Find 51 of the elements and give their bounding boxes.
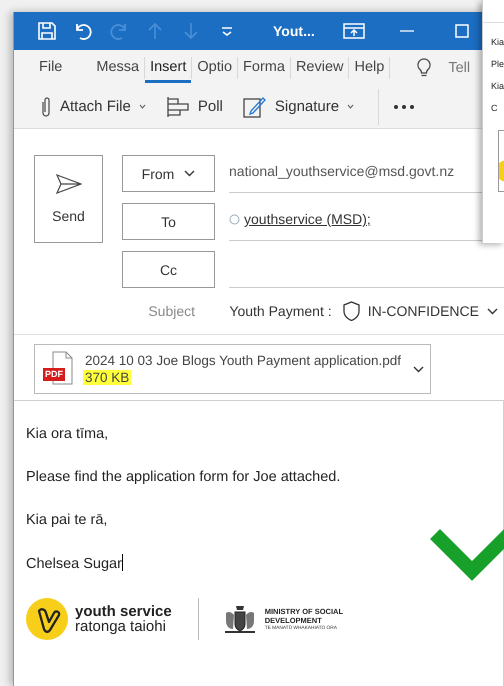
attachment-size: 370 KB bbox=[83, 370, 132, 385]
subject-label: Subject bbox=[147, 303, 196, 319]
classification-dropdown[interactable]: IN-CONFIDENCE bbox=[336, 300, 504, 322]
ribbon-tab[interactable]: Optio bbox=[192, 52, 238, 82]
ribbon-tab[interactable]: File bbox=[34, 52, 68, 82]
signature-button[interactable]: Signature bbox=[236, 90, 360, 122]
ribbon-tab[interactable]: Forma bbox=[238, 52, 290, 82]
file-type-badge: PDF bbox=[43, 368, 65, 381]
background-window-text: Ple bbox=[491, 58, 504, 70]
background-window-text: Kia bbox=[491, 80, 504, 92]
brand-name: youth service bbox=[75, 604, 172, 618]
subject-field[interactable]: Youth Payment : bbox=[229, 303, 333, 319]
save-icon[interactable] bbox=[37, 21, 57, 41]
attach-button[interactable]: Attach File bbox=[34, 92, 152, 122]
recipient-link[interactable]: youthservice (MSD); bbox=[244, 211, 371, 227]
attachment-name: 2024 10 03 Joe Blogs Youth Payment application.pdf bbox=[85, 353, 401, 368]
body-text: Chelsea Sugar bbox=[26, 556, 122, 572]
chevron-down-icon bbox=[184, 170, 196, 177]
signature-icon bbox=[242, 94, 267, 118]
to-button[interactable]: To bbox=[122, 203, 215, 240]
chevron-down-icon[interactable] bbox=[413, 366, 424, 372]
cc-button[interactable]: Cc bbox=[122, 251, 215, 288]
background-window-text: Kia bbox=[491, 36, 504, 48]
poll-button[interactable]: Poll bbox=[160, 92, 229, 122]
body-text: Please find the application form for Joe attached. bbox=[26, 469, 340, 485]
ribbon-display-icon[interactable] bbox=[343, 22, 365, 40]
youth-service-logo-icon bbox=[26, 598, 68, 640]
more-options-icon[interactable] bbox=[393, 104, 416, 110]
poll-icon bbox=[166, 96, 190, 118]
shield-icon bbox=[342, 301, 360, 321]
maximize-icon[interactable] bbox=[455, 24, 469, 38]
ribbon-tab[interactable]: Messa bbox=[91, 52, 144, 82]
from-address: national_youthservice@msd.govt.nz bbox=[229, 163, 454, 179]
ribbon-tab[interactable]: Review bbox=[290, 52, 348, 82]
presence-icon bbox=[229, 214, 240, 224]
send-button[interactable]: Send bbox=[34, 155, 103, 243]
background-window-text: C bbox=[491, 102, 498, 114]
chevron-down-icon bbox=[487, 308, 498, 314]
undo-icon[interactable] bbox=[73, 21, 93, 41]
body-text: Kia ora tīma, bbox=[26, 426, 108, 442]
coat-of-arms-icon bbox=[222, 603, 257, 635]
send-icon bbox=[56, 174, 82, 194]
body-text: Kia pai te rā, bbox=[26, 512, 108, 528]
window-title: Yout... bbox=[273, 23, 316, 39]
tell-me-search[interactable]: Tell bbox=[448, 60, 470, 76]
lightbulb-icon bbox=[416, 58, 432, 78]
from-button[interactable]: From bbox=[122, 155, 215, 192]
ribbon-tab[interactable]: Help bbox=[349, 52, 390, 82]
brand-subtitle: ratonga taiohi bbox=[75, 618, 167, 634]
paperclip-icon bbox=[40, 96, 52, 118]
attachment-card[interactable]: PDF 2024 10 03 Joe Blogs Youth Payment application.pdf 370 KB bbox=[34, 344, 431, 394]
